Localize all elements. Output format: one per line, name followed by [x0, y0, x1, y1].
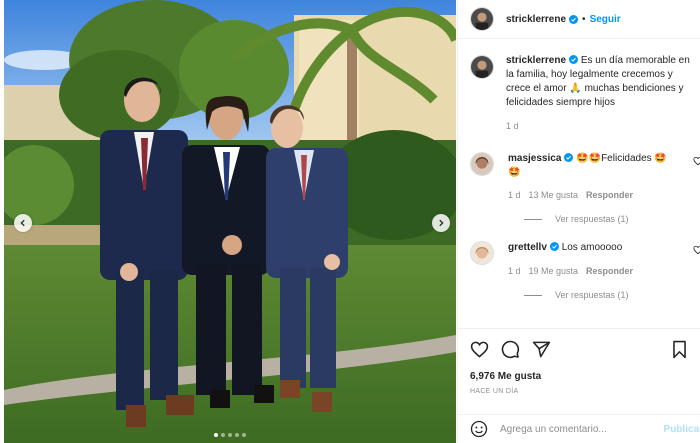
comment-text: Los amooooo [561, 242, 623, 253]
replies-divider-line [524, 218, 542, 220]
carousel-indicator [4, 433, 456, 437]
comment-meta: 1 d 13 Me gusta Responder [508, 190, 691, 200]
commenter-avatar[interactable] [470, 152, 494, 176]
comments-list[interactable]: stricklerrene Es un día memorable en la … [458, 40, 700, 327]
comment-composer: Publicar [458, 414, 700, 443]
chevron-left-icon [20, 219, 25, 227]
caption-username-link[interactable]: stricklerrene [506, 55, 566, 66]
comment-reply-button[interactable]: Responder [586, 190, 633, 200]
verified-badge-icon [549, 242, 559, 251]
comment-like-heart-icon[interactable] [693, 156, 700, 166]
comment-like-heart-icon[interactable] [693, 245, 700, 255]
view-replies-button[interactable]: Ver respuestas (1) [524, 214, 691, 224]
header-separator: • [582, 13, 586, 25]
comment-body: masjessica 🤩🤩Felicidades 🤩🤩 [508, 152, 691, 180]
caption-author-avatar[interactable] [470, 55, 494, 79]
carousel-dot [228, 433, 232, 437]
verified-badge-icon [564, 153, 574, 162]
author-username-link[interactable]: stricklerrene [506, 14, 566, 25]
post-caption: stricklerrene Es un día memorable en la … [458, 40, 700, 131]
comment-timestamp: 1 d [508, 190, 521, 200]
caption-body: stricklerrene Es un día memorable en la … [506, 54, 691, 110]
carousel-dot [221, 433, 225, 437]
heart-icon[interactable] [470, 340, 489, 359]
post-actions: 6,976 Me gusta HACE UN DÍA [458, 328, 700, 395]
action-icons-row [470, 339, 689, 359]
comment-icon[interactable] [501, 340, 520, 359]
carousel-dot [235, 433, 239, 437]
post-side-panel: stricklerrene • Seguir stricklerrene Es … [457, 0, 700, 443]
emoji-icon[interactable] [470, 420, 488, 438]
publish-button[interactable]: Publicar [664, 424, 700, 435]
bookmark-icon[interactable] [670, 340, 689, 359]
author-avatar[interactable] [470, 7, 494, 31]
caption-timestamp: 1 d [506, 121, 519, 131]
comment-likes-count[interactable]: 13 Me gusta [529, 190, 579, 200]
post-photo[interactable] [4, 0, 456, 443]
author-avatar-image [471, 8, 493, 30]
verified-badge-icon [569, 55, 579, 64]
view-replies-label: Ver respuestas (1) [555, 290, 629, 300]
commenter-avatar-image [471, 242, 493, 264]
comment-item: grettellv Los amooooo 1 d 19 Me gusta Re… [458, 241, 700, 300]
commenter-username-link[interactable]: masjessica [508, 153, 561, 164]
share-icon[interactable] [532, 340, 551, 359]
verified-badge-icon [569, 14, 579, 24]
follow-button[interactable]: Seguir [590, 14, 621, 25]
carousel-prev-button[interactable] [14, 214, 32, 232]
carousel-dot [214, 433, 218, 437]
comment-meta: 1 d 19 Me gusta Responder [508, 266, 691, 276]
commenter-username-link[interactable]: grettellv [508, 242, 547, 253]
comment-timestamp: 1 d [508, 266, 521, 276]
caption-author-avatar-image [471, 56, 493, 78]
post-likes-count[interactable]: 6,976 Me gusta [470, 371, 689, 382]
comment-reply-button[interactable]: Responder [586, 266, 633, 276]
post-timestamp: HACE UN DÍA [470, 388, 519, 395]
commenter-avatar[interactable] [470, 241, 494, 265]
comment-item: masjessica 🤩🤩Felicidades 🤩🤩 1 d 13 Me gu… [458, 152, 700, 224]
chevron-right-icon [439, 219, 444, 227]
instagram-post-window: stricklerrene • Seguir stricklerrene Es … [0, 0, 700, 443]
view-replies-label: Ver respuestas (1) [555, 214, 629, 224]
comment-input[interactable] [500, 423, 650, 435]
family-photo-image [4, 0, 456, 443]
carousel-next-button[interactable] [432, 214, 450, 232]
comment-likes-count[interactable]: 19 Me gusta [529, 266, 579, 276]
view-replies-button[interactable]: Ver respuestas (1) [524, 290, 691, 300]
commenter-avatar-image [471, 153, 493, 175]
replies-divider-line [524, 294, 542, 296]
post-header: stricklerrene • Seguir [458, 0, 700, 39]
carousel-dot [242, 433, 246, 437]
comment-body: grettellv Los amooooo [508, 241, 691, 255]
